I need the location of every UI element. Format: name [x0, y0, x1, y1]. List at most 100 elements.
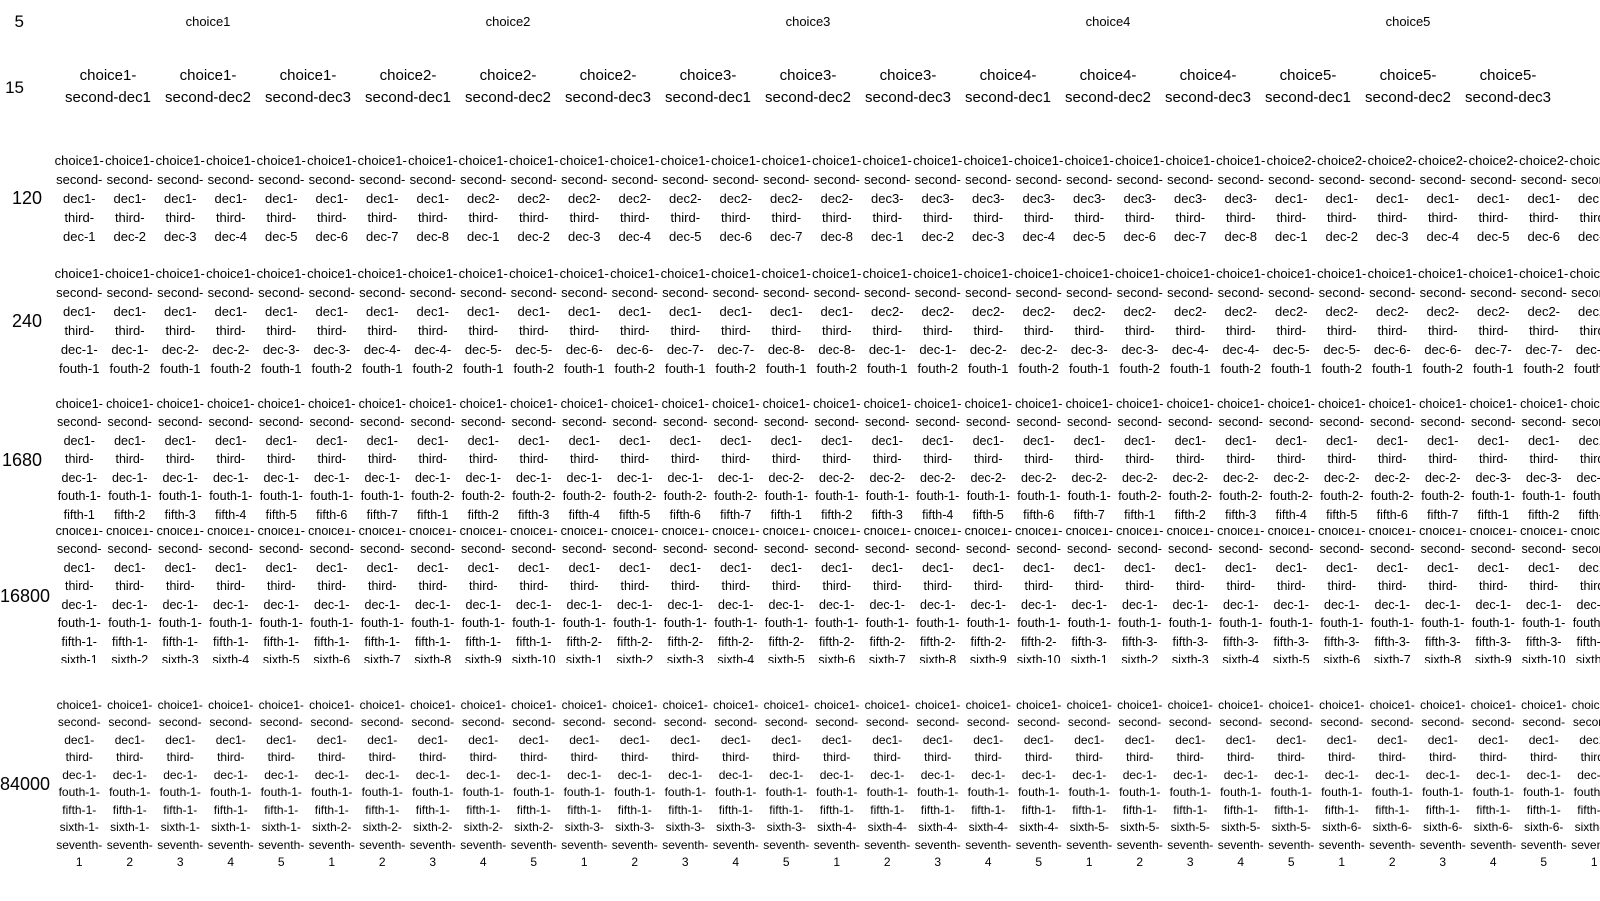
label-cell: choice1- second-dec2- third-dec-4- fouth…	[1216, 266, 1266, 376]
label-cell: choice1- second-dec1- third-dec-2- fouth…	[1318, 396, 1366, 522]
label-cell: choice2- second-dec1- third-dec-6	[1519, 152, 1569, 244]
level-row-5: 5 choice1 choice2 choice3 choice4 choice5	[0, 6, 1600, 36]
level-cells: choice1- second-dec1- third-dec-1 choice1…	[48, 148, 1600, 248]
label-cell: choice1- second-dec2- third-dec-1- fouth…	[913, 266, 963, 376]
label-cell: choice1- second-dec1- third-dec-3- fouth…	[256, 266, 306, 376]
label-cell: choice1- second-dec1- third-dec-1- fouth…	[1469, 528, 1517, 663]
label-cell: choice5- second-dec1	[1265, 67, 1351, 106]
label-cell: choice4- second-dec2	[1065, 67, 1151, 106]
label-cell: choice1- second-dec1- third-dec-1- fouth…	[914, 697, 961, 870]
label-cell: choice2- second-dec3	[565, 67, 651, 106]
row-count-label: 15	[5, 77, 24, 97]
label-cell: choice1- second-dec1- third-dec-1- fouth…	[712, 528, 760, 663]
label-cell: choice1- second-dec2- third-dec-4	[610, 152, 660, 244]
label-cell: choice1- second-dec1- third-dec-1- fouth…	[55, 396, 103, 522]
label-cell: choice1- second-dec1- third-dec-1- fouth…	[459, 528, 507, 663]
label-cell: choice1- second-dec1- third-dec-1- fouth…	[1470, 697, 1517, 870]
label-cell: choice1- second-dec1- third-dec-1- fouth…	[510, 396, 558, 522]
label-cell: choice1- second-dec1- third-dec-6- fouth…	[559, 266, 609, 376]
level-row-15: 15 choice1- second-dec1 choice1- second-de…	[0, 48, 1600, 126]
label-cell: choice1- second-dec1- third-dec-7	[357, 152, 407, 244]
label-cell: choice1- second-dec1- third-dec-1- fouth…	[914, 528, 962, 663]
label-cell: choice1- second-dec1- third-dec-4- fouth…	[408, 266, 458, 376]
row-count-label: 84000	[0, 774, 51, 794]
label-cell: choice1- second-dec1- third-dec-1- fouth…	[1419, 697, 1466, 870]
label-cell: choice1- second-dec1- third-dec-1- fouth…	[106, 528, 154, 663]
label-cell: choice1- second-dec1	[65, 67, 151, 106]
label-cell: choice1- second-dec1- third-dec-1- fouth…	[611, 396, 659, 522]
label-cell: choice1- second-dec1- third-dec-1- fouth…	[1217, 528, 1265, 663]
label-cell: choice1- second-dec1- third-dec-1- fouth…	[1217, 697, 1264, 870]
label-cell: choice1- second-dec1- third-dec-1- fouth…	[1419, 528, 1467, 663]
label-cell: choice1- second-dec1- third-dec-1- fouth…	[156, 396, 204, 522]
label-cell: choice1- second-dec2- third-dec-7- fouth…	[1468, 266, 1518, 376]
label-cell: choice4	[1085, 13, 1131, 29]
label-cell: choice1- second-dec1- third-dec-8- fouth…	[761, 266, 811, 376]
label-cell: choice1- second-dec1- third-dec-1- fouth…	[1571, 697, 1600, 870]
level-row-16800: 16800 choice1- second-dec1- third-dec-1- …	[0, 528, 1600, 663]
label-cell: choice1- second-dec1- third-dec-1- fouth…	[358, 528, 406, 663]
label-cell: choice1- second-dec1- third-dec-1- fouth…	[409, 396, 457, 522]
row-count-label: 1680	[1, 449, 42, 470]
label-cell: choice1- second-dec1- third-dec-1- fouth…	[258, 697, 305, 870]
label-cell: choice1- second-dec1- third-dec-1- fouth…	[560, 528, 608, 663]
label-cell: choice1- second-dec1- third-dec-1- fouth…	[308, 528, 356, 663]
row-count-label: 240	[11, 311, 42, 331]
level-row-84000: 84000 choice1- second-dec1- third-dec-1- …	[0, 684, 1600, 884]
label-cell: choice5- second-dec3	[1465, 67, 1551, 106]
label-cell: choice1- second-dec1- third-dec-1- fouth…	[106, 396, 154, 522]
label-cell: choice1- second-dec1- third-dec-1- fouth…	[1520, 528, 1568, 663]
label-cell: choice3- second-dec2	[765, 67, 851, 106]
label-cell: choice1- second-dec1- third-dec-1- fouth…	[662, 697, 709, 870]
row-count-label: 5	[14, 11, 24, 31]
label-cell: choice1- second-dec1- third-dec-1- fouth…	[1268, 697, 1315, 870]
label-cell: choice1- second-dec1- third-dec-2- fouth…	[1267, 396, 1315, 522]
label-cell: choice1- second-dec1- third-dec-1- fouth…	[762, 528, 810, 663]
label-cell: choice1- second-dec1- third-dec-1- fouth…	[661, 528, 709, 663]
label-cell: choice2	[485, 13, 531, 29]
label-cell: choice1- second-dec2- third-dec-1	[458, 152, 508, 244]
level-row-120: 120 choice1- second-dec1- third-dec-1 choi…	[0, 148, 1600, 248]
label-cell: choice1- second-dec3- third-dec-8	[1216, 152, 1266, 244]
label-cell: choice1- second-dec1- third-dec-1- fouth…	[813, 528, 861, 663]
label-cell: choice1- second-dec1- third-dec-3	[155, 152, 205, 244]
level-cells: choice1- second-dec1- third-dec-1- fouth…	[48, 684, 1600, 884]
label-cell: choice1- second-dec1- third-dec-2- fouth…	[762, 396, 810, 522]
label-cell: choice1- second-dec3- third-dec-2	[913, 152, 963, 244]
label-cell: choice2- second-dec1- third-dec-5	[1468, 152, 1518, 244]
label-cell: choice1- second-dec1- third-dec-2- fouth…	[1166, 396, 1214, 522]
label-cell: choice1- second-dec1- third-dec-2- fouth…	[1419, 396, 1467, 522]
label-cell: choice1- second-dec1- third-dec-1- fouth…	[460, 697, 507, 870]
label-cell: choice1- second-dec1- third-dec-1- fouth…	[207, 528, 255, 663]
label-cell: choice1- second-dec1- third-dec-1- fouth…	[1368, 528, 1416, 663]
label-cell: choice1- second-dec1- third-dec-1- fouth…	[56, 697, 103, 870]
label-cell: choice1- second-dec1- third-dec-1- fouth…	[510, 697, 557, 870]
label-cell: choice1- second-dec2- third-dec-2- fouth…	[963, 266, 1013, 376]
label-cell: choice1- second-dec1- third-dec-2- fouth…	[206, 266, 256, 376]
label-cell: choice1- second-dec1- third-dec-1- fouth…	[156, 528, 204, 663]
label-cell: choice1- second-dec2- third-dec-3- fouth…	[1115, 266, 1165, 376]
label-cell: choice1- second-dec2- third-dec-2- fouth…	[1014, 266, 1064, 376]
label-cell: choice2- second-dec1- third-dec-4	[1418, 152, 1468, 244]
label-cell: choice1- second-dec1- third-dec-7- fouth…	[660, 266, 710, 376]
label-cell: choice1- second-dec1- third-dec-1- fouth…	[712, 396, 760, 522]
label-cell: choice3- second-dec1	[665, 67, 751, 106]
label-cell: choice1- second-dec3- third-dec-4	[1014, 152, 1064, 244]
label-cell: choice1- second-dec1- third-dec-1- fouth…	[1116, 697, 1163, 870]
level-cells: choice1- second-dec1- third-dec-1- fouth…	[48, 392, 1600, 527]
label-cell: choice1- second-dec3	[265, 67, 351, 106]
label-cell: choice1- second-dec2	[165, 67, 251, 106]
label-cell: choice1- second-dec1- third-dec-1- fouth…	[611, 528, 659, 663]
label-cell: choice1	[185, 13, 231, 29]
label-cell: choice3	[785, 13, 831, 29]
label-cell: choice1- second-dec1- third-dec-1- fouth…	[1015, 528, 1063, 663]
level-row-1680: 1680 choice1- second-dec1- third-dec-1- f…	[0, 392, 1600, 527]
label-cell: choice1- second-dec1- third-dec-1- fouth…	[1369, 697, 1416, 870]
label-cell: choice1- second-dec1- third-dec-1- fouth…	[1116, 528, 1164, 663]
label-cell: choice1- second-dec1- third-dec-1- fouth…	[1520, 697, 1567, 870]
level-cells: choice1- second-dec1- third-dec-1- fouth…	[48, 528, 1600, 663]
label-cell: choice1- second-dec2- third-dec-8	[812, 152, 862, 244]
label-cell: choice1- second-dec1- third-dec-2- fouth…	[1015, 396, 1063, 522]
label-cell: choice1- second-dec1- third-dec-1- fouth…	[1015, 697, 1062, 870]
label-cell: choice1- second-dec3- third-dec-3	[963, 152, 1013, 244]
